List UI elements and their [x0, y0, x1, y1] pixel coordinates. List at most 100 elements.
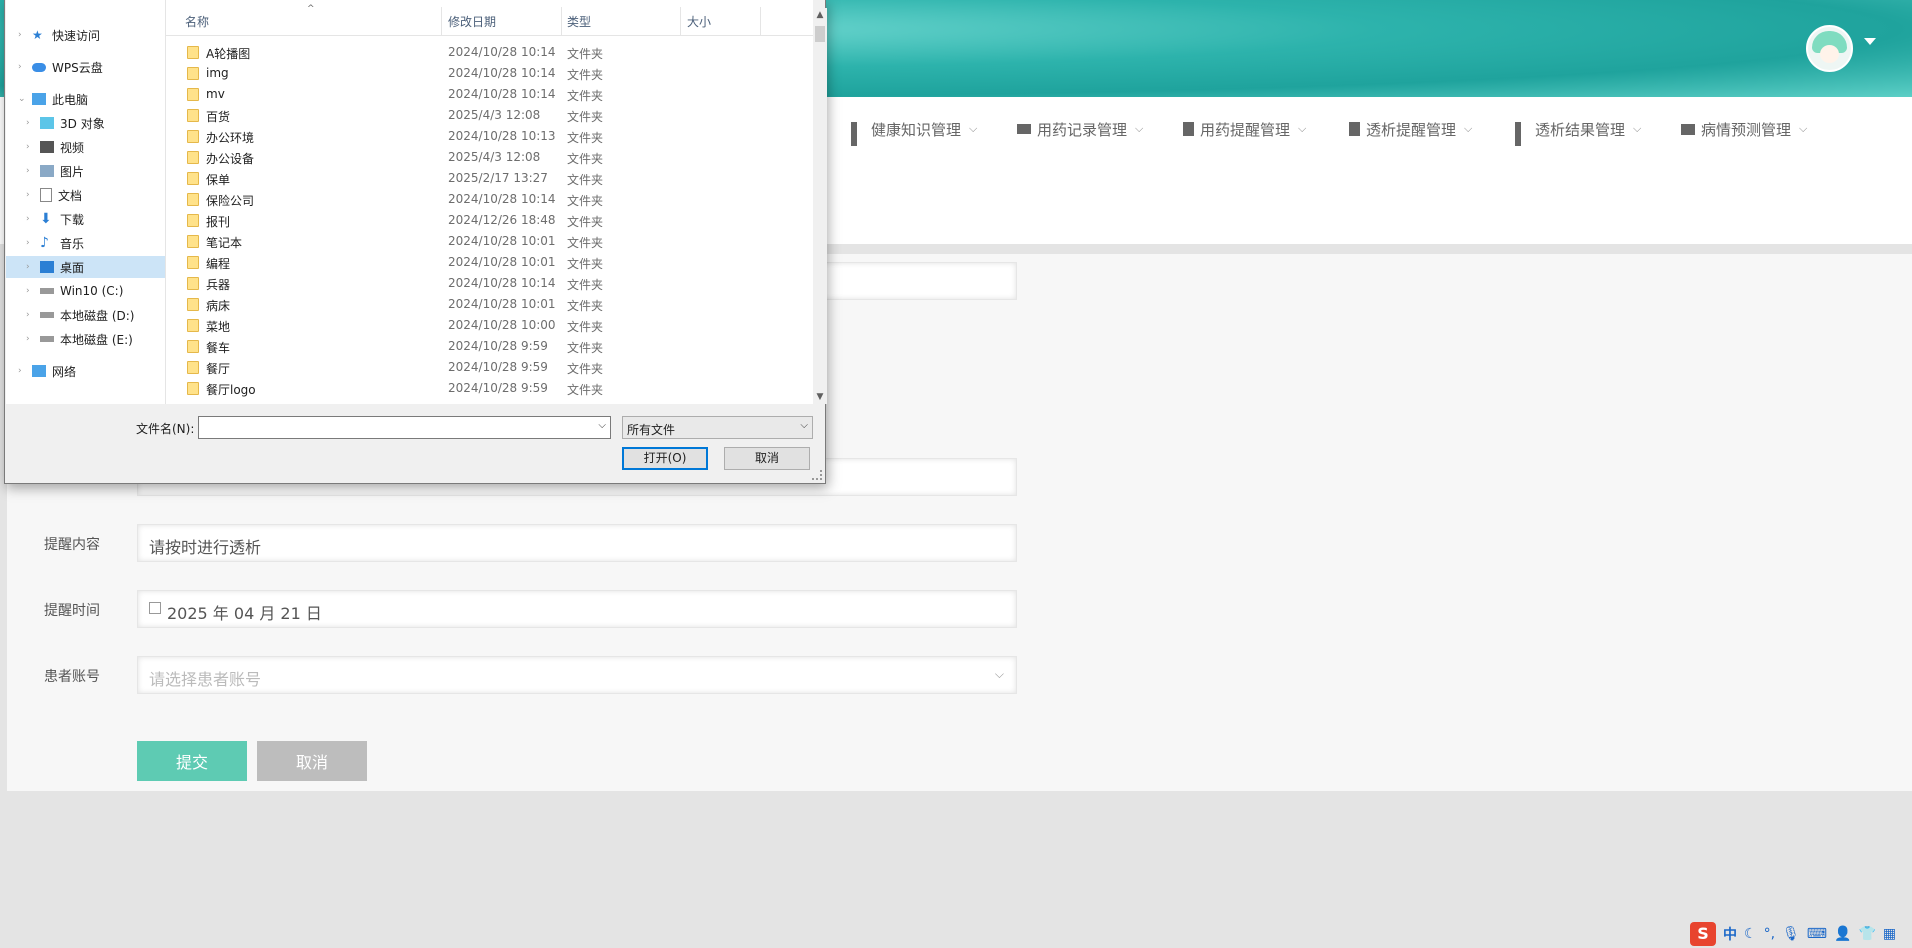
tree-item-music[interactable]: › ♪ 音乐	[6, 232, 165, 254]
file-row[interactable]: A轮播图 2024/10/28 10:14 文件夹	[166, 42, 806, 63]
resize-grip-icon[interactable]	[812, 470, 822, 480]
folder-icon	[187, 340, 199, 353]
file-date: 2025/4/3 12:08	[448, 108, 541, 122]
scroll-up-icon[interactable]: ▲	[813, 8, 827, 22]
file-row[interactable]: 百货 2025/4/3 12:08 文件夹	[166, 105, 806, 126]
tree-item-this-pc[interactable]: ⌄ 此电脑	[6, 88, 165, 110]
file-name: 百货	[206, 110, 231, 124]
submit-button[interactable]: 提交	[137, 741, 247, 781]
nav-condition-prediction[interactable]: 病情预测管理 ⌵	[1681, 117, 1807, 141]
file-date: 2024/10/28 10:01	[448, 297, 556, 311]
nav-dialysis-result[interactable]: 透析结果管理 ⌵	[1515, 117, 1641, 146]
calendar-icon	[149, 602, 161, 614]
tree-item-wps-cloud[interactable]: › WPS云盘	[6, 56, 165, 78]
file-row[interactable]: 餐厅 2024/10/28 9:59 文件夹	[166, 357, 806, 378]
tree-item-videos[interactable]: › 视频	[6, 136, 165, 158]
file-date: 2024/10/28 10:14	[448, 276, 556, 290]
microphone-icon[interactable]: 🎙	[1782, 926, 1800, 942]
scroll-thumb[interactable]	[815, 26, 825, 42]
keyboard-icon[interactable]: ⌨	[1807, 926, 1827, 942]
tree-item-pictures[interactable]: › 图片	[6, 160, 165, 182]
file-row[interactable]: img 2024/10/28 10:14 文件夹	[166, 63, 806, 84]
file-row[interactable]: 餐车 2024/10/28 9:59 文件夹	[166, 336, 806, 357]
file-date: 2024/12/26 18:48	[448, 213, 556, 227]
column-type[interactable]: 类型	[567, 13, 591, 30]
nav-tree: › ★ 快速访问 › WPS云盘 ⌄ 此电脑 › 3D 对象 › 视频 › 图片 › 文档 › ⬇…	[6, 0, 166, 404]
punctuation-icon[interactable]: °,	[1764, 926, 1775, 942]
filetype-select[interactable]: 所有文件 ⌵	[622, 416, 813, 439]
tree-item-documents[interactable]: › 文档	[6, 184, 165, 206]
patient-account-placeholder: 请选择患者账号	[149, 670, 262, 689]
file-row[interactable]: mv 2024/10/28 10:14 文件夹	[166, 84, 806, 105]
grid-icon[interactable]: ▦	[1883, 926, 1896, 942]
scroll-down-icon[interactable]: ▼	[813, 390, 827, 404]
reminder-content-value: 请按时进行透析	[149, 538, 262, 557]
tree-item-drive-e[interactable]: › 本地磁盘 (E:)	[6, 328, 165, 350]
tree-label: Win10 (C:)	[60, 284, 124, 298]
file-name: 病床	[206, 299, 231, 313]
file-row[interactable]: 办公环境 2024/10/28 10:13 文件夹	[166, 126, 806, 147]
file-date: 2025/4/3 12:08	[448, 150, 541, 164]
column-modified[interactable]: 修改日期	[448, 13, 496, 30]
tree-item-drive-c[interactable]: › Win10 (C:)	[6, 280, 165, 302]
tree-item-quick-access[interactable]: › ★ 快速访问	[6, 24, 165, 46]
folder-icon	[187, 46, 199, 59]
file-name: 保险公司	[206, 194, 255, 208]
tree-item-downloads[interactable]: › ⬇ 下载	[6, 208, 165, 230]
folder-icon	[187, 256, 199, 269]
shirt-icon[interactable]: 👕	[1858, 926, 1875, 942]
tree-item-drive-d[interactable]: › 本地磁盘 (D:)	[6, 304, 165, 326]
nav-dialysis-reminder[interactable]: 透析提醒管理 ⌵	[1349, 117, 1472, 141]
file-row[interactable]: 病床 2024/10/28 10:01 文件夹	[166, 294, 806, 315]
cloud-icon	[32, 62, 46, 72]
file-row[interactable]: 办公设备 2025/4/3 12:08 文件夹	[166, 147, 806, 168]
file-name: mv	[206, 87, 225, 101]
nav-medication-reminder[interactable]: 用药提醒管理 ⌵	[1183, 117, 1306, 141]
nav-medication-record[interactable]: 用药记录管理 ⌵	[1017, 117, 1143, 141]
file-date: 2024/10/28 10:14	[448, 87, 556, 101]
user-menu-caret-icon[interactable]	[1864, 38, 1876, 45]
vertical-scrollbar[interactable]: ▲ ▼	[813, 8, 827, 404]
open-button[interactable]: 打开(O)	[622, 447, 708, 470]
folder-icon	[187, 277, 199, 290]
file-row[interactable]: 编程 2024/10/28 10:01 文件夹	[166, 252, 806, 273]
filename-input[interactable]: ⌵	[198, 416, 611, 439]
chevron-down-icon: ⌵	[969, 122, 978, 135]
folder-icon	[187, 361, 199, 374]
file-row[interactable]: 保险公司 2024/10/28 10:14 文件夹	[166, 189, 806, 210]
chevron-down-icon[interactable]: ⌵	[598, 420, 606, 431]
file-type: 文件夹	[567, 110, 604, 124]
file-name: 办公设备	[206, 152, 255, 166]
user-icon[interactable]: 👤	[1834, 926, 1851, 942]
reminder-content-input[interactable]: 请按时进行透析	[137, 524, 1017, 562]
column-name[interactable]: 名称	[185, 13, 209, 30]
tree-item-network[interactable]: › 网络	[6, 360, 165, 382]
file-row[interactable]: 报刊 2024/12/26 18:48 文件夹	[166, 210, 806, 231]
nav-label: 病情预测管理	[1701, 120, 1792, 139]
file-name: 餐厅logo	[206, 383, 256, 397]
file-row[interactable]: 笔记本 2024/10/28 10:01 文件夹	[166, 231, 806, 252]
patient-account-select[interactable]: 请选择患者账号 ⌵	[137, 656, 1017, 694]
file-row[interactable]: 保单 2025/2/17 13:27 文件夹	[166, 168, 806, 189]
column-size[interactable]: 大小	[687, 13, 711, 30]
file-row[interactable]: 兵器 2024/10/28 10:14 文件夹	[166, 273, 806, 294]
tree-item-3d-objects[interactable]: › 3D 对象	[6, 112, 165, 134]
moon-icon[interactable]: ☾	[1744, 926, 1757, 942]
clipboard-x-icon	[1349, 122, 1360, 136]
tree-item-desktop[interactable]: › 桌面	[6, 256, 165, 278]
file-date: 2025/2/17 13:27	[448, 171, 548, 185]
cancel-button[interactable]: 取消	[257, 741, 367, 781]
file-row[interactable]: 餐厅logo 2024/10/28 9:59 文件夹	[166, 378, 806, 399]
user-avatar[interactable]	[1806, 25, 1853, 72]
dialog-cancel-button[interactable]: 取消	[724, 447, 810, 470]
ime-mode-indicator[interactable]: 中	[1723, 924, 1737, 944]
ime-toolbar: S 中 ☾ °, 🎙 ⌨ 👤 👕 ▦	[1690, 920, 1912, 948]
drive-icon	[40, 312, 54, 318]
sogou-logo-icon[interactable]: S	[1690, 922, 1716, 946]
nav-health-knowledge[interactable]: 健康知识管理 ⌵	[851, 117, 978, 146]
monitor-icon	[1681, 123, 1695, 135]
file-type: 文件夹	[567, 47, 604, 61]
reminder-time-input[interactable]: 2025 年 04 月 21 日	[137, 590, 1017, 628]
file-open-dialog: › ★ 快速访问 › WPS云盘 ⌄ 此电脑 › 3D 对象 › 视频 › 图片 › 文档 › ⬇…	[4, 0, 827, 484]
file-row[interactable]: 菜地 2024/10/28 10:00 文件夹	[166, 315, 806, 336]
